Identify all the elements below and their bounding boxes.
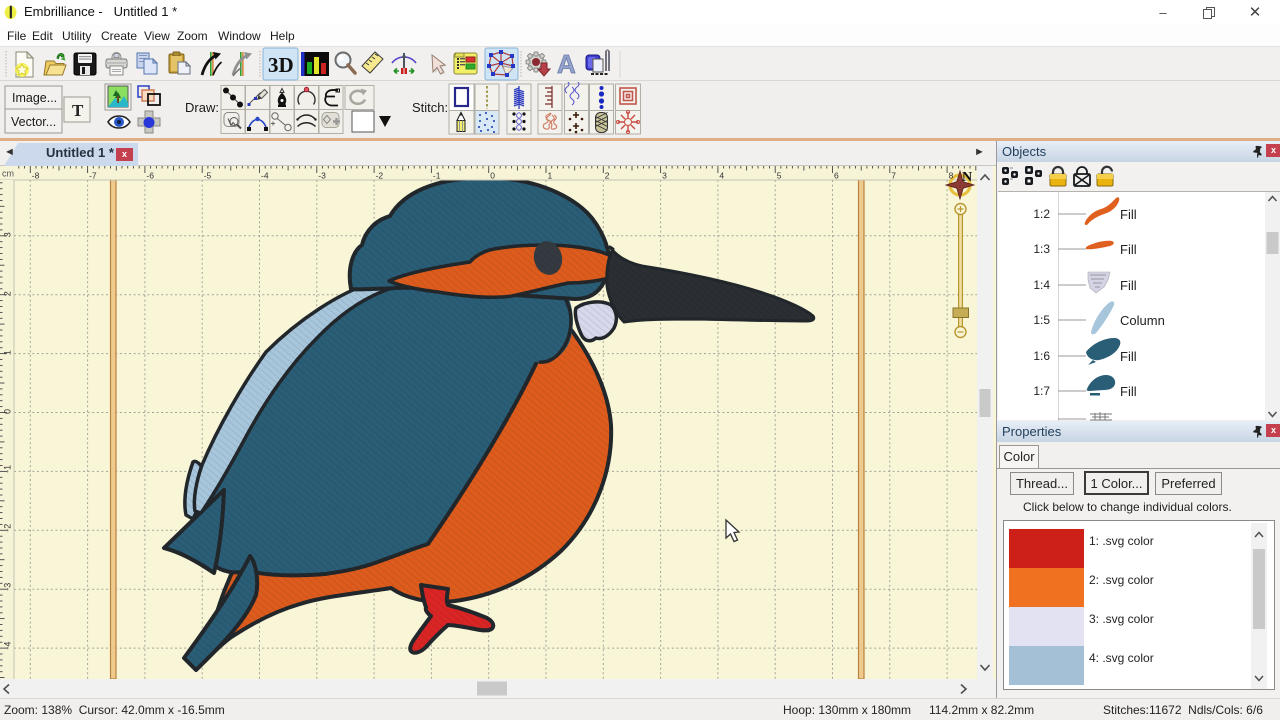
svg-text:A: A [557, 49, 576, 79]
svg-text:Stitch:: Stitch: [412, 100, 448, 115]
svg-text:5: 5 [777, 171, 782, 181]
svg-text:4: 4 [719, 171, 724, 181]
svg-text:1:5: 1:5 [1033, 313, 1050, 327]
svg-text:1:2: 1:2 [1033, 207, 1050, 221]
svg-text:-1: -1 [3, 465, 13, 473]
svg-text:1:7: 1:7 [1033, 384, 1050, 398]
svg-text:-2: -2 [3, 524, 13, 532]
svg-text:0: 0 [3, 409, 13, 414]
svg-text:Image...: Image... [12, 91, 57, 105]
svg-text:Fill: Fill [1120, 278, 1137, 293]
svg-text:T: T [72, 101, 84, 120]
svg-text:-3: -3 [3, 583, 13, 591]
svg-text:1:4: 1:4 [1033, 278, 1050, 292]
svg-text:Draw:: Draw: [185, 100, 219, 115]
svg-text:1: 1 [548, 171, 553, 181]
svg-text:-4: -4 [3, 642, 13, 650]
svg-text:Column: Column [1120, 313, 1165, 328]
svg-text:Vector...: Vector... [11, 115, 56, 129]
svg-text:2: 2 [605, 171, 610, 181]
svg-text:-1: -1 [433, 171, 441, 181]
svg-text:Fill: Fill [1120, 349, 1137, 364]
svg-text:-3: -3 [318, 171, 326, 181]
svg-text:-4: -4 [261, 171, 269, 181]
svg-text:1:6: 1:6 [1033, 349, 1050, 363]
svg-text:-7: -7 [89, 171, 97, 181]
svg-text:Fill: Fill [1120, 242, 1137, 257]
svg-text:2: 2 [3, 291, 13, 296]
svg-text:6: 6 [834, 171, 839, 181]
svg-text:1:3: 1:3 [1033, 242, 1050, 256]
svg-text:8: 8 [949, 171, 954, 181]
svg-text:-8: -8 [32, 171, 40, 181]
svg-text:cm: cm [2, 169, 14, 179]
svg-text:3: 3 [662, 171, 667, 181]
svg-text:-2: -2 [376, 171, 384, 181]
svg-text:3: 3 [3, 232, 13, 237]
svg-text:7: 7 [891, 171, 896, 181]
svg-text:0: 0 [490, 171, 495, 181]
svg-text:-5: -5 [204, 171, 212, 181]
svg-text:Fill: Fill [1120, 384, 1137, 399]
svg-text:Fill: Fill [1120, 207, 1137, 222]
svg-text:-6: -6 [146, 171, 154, 181]
svg-text:N: N [962, 170, 972, 185]
svg-text:3D: 3D [268, 53, 294, 77]
svg-text:1: 1 [3, 350, 13, 355]
